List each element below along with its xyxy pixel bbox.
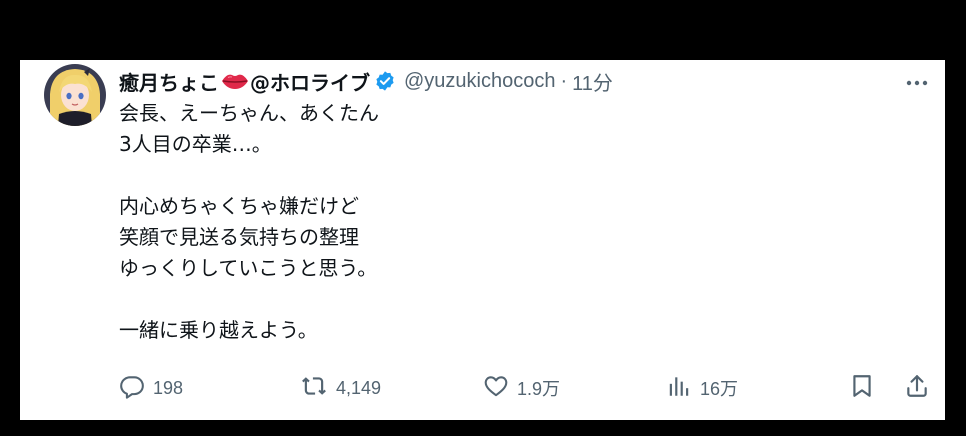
views-chart-icon: [666, 373, 692, 403]
retweet-button[interactable]: 4,149: [300, 370, 381, 406]
views-button[interactable]: 16万: [666, 370, 738, 406]
separator-dot: ·: [560, 69, 568, 92]
avatar[interactable]: [44, 64, 106, 126]
tweet-header: 癒月ちょこ @ホロライブ @yuzukichococh · 11分: [119, 66, 925, 96]
retweet-count: 4,149: [336, 377, 382, 398]
tweet-text-line: ゆっくりしていこうと思う。: [119, 256, 378, 280]
heart-icon: [483, 373, 509, 403]
reply-icon: [119, 373, 145, 403]
like-count: 1.9万: [517, 379, 561, 399]
display-name-suffix[interactable]: @ホロライブ: [250, 67, 370, 96]
tweet-card[interactable]: 癒月ちょこ @ホロライブ @yuzukichococh · 11分 会長、えーち…: [20, 60, 945, 420]
share-button[interactable]: [904, 370, 930, 406]
handle[interactable]: @yuzukichococh: [404, 70, 555, 93]
like-button[interactable]: 1.9万: [483, 370, 560, 406]
bookmark-button[interactable]: [849, 370, 875, 406]
share-icon: [904, 373, 930, 403]
reply-count: 198: [153, 377, 184, 398]
tweet-text-line: [119, 160, 879, 191]
more-dots-icon: [906, 71, 928, 90]
more-button[interactable]: [903, 68, 931, 92]
reply-button[interactable]: 198: [119, 370, 183, 406]
action-bar: 198 4,149 1.9万 16万: [119, 370, 931, 406]
retweet-icon: [300, 373, 328, 403]
timestamp[interactable]: 11分: [572, 67, 613, 96]
tweet-text-line: 一緒に乗り越えよう。: [119, 318, 318, 342]
tweet-text: 会長、えーちゃん、あくたん 3人目の卒業…。 内心めちゃくちゃ嫌だけど 笑顔で見…: [119, 98, 879, 346]
tweet-text-line: 3人目の卒業…。: [119, 132, 272, 156]
tweet-text-line: 笑顔で見送る気持ちの整理: [119, 225, 359, 249]
bookmark-icon: [849, 373, 875, 403]
tweet-text-line: 会長、えーちゃん、あくたん: [119, 101, 379, 125]
verified-badge-icon: [374, 70, 396, 92]
tweet-text-line: 内心めちゃくちゃ嫌だけど: [119, 194, 359, 218]
display-name[interactable]: 癒月ちょこ: [119, 67, 219, 96]
views-count: 16万: [700, 379, 739, 399]
tweet-text-line: [119, 284, 879, 315]
lips-icon: [221, 72, 249, 90]
